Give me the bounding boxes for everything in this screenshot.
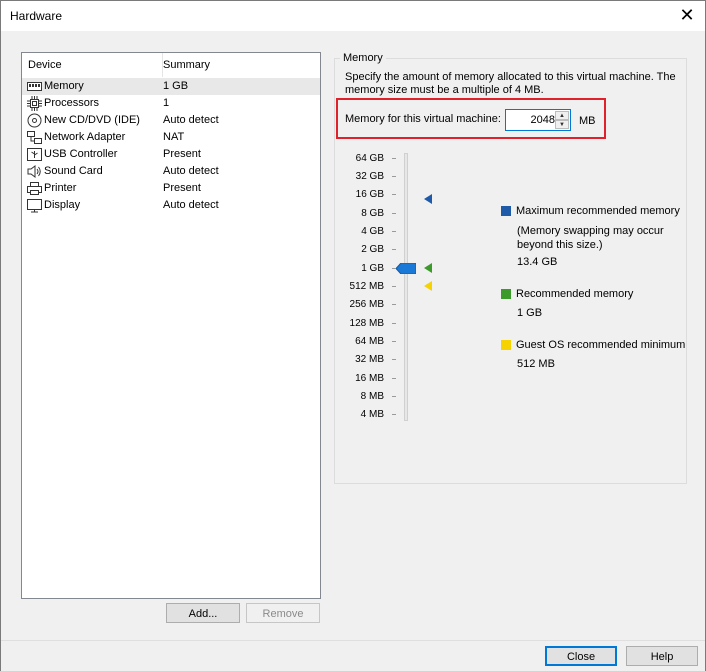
network-adapter-icon xyxy=(27,131,42,144)
usb-controller-icon xyxy=(27,148,42,161)
title-bar: Hardware ✕ xyxy=(1,1,705,31)
scale-tick xyxy=(392,194,396,195)
scale-tick xyxy=(392,249,396,250)
device-row-processors[interactable]: Processors 1 xyxy=(22,95,320,112)
hardware-dialog: Hardware ✕ Device Summary Memory 1 GB Pr… xyxy=(0,0,706,671)
device-row-printer[interactable]: Printer Present xyxy=(22,180,320,197)
device-row-memory[interactable]: Memory 1 GB xyxy=(22,78,320,95)
scale-tick xyxy=(392,176,396,177)
min-legend-value: 512 MB xyxy=(517,358,555,370)
memory-slider-track[interactable] xyxy=(404,153,408,421)
device-name: Display xyxy=(44,199,81,211)
scale-label: 128 MB xyxy=(349,318,384,329)
scale-label: 64 GB xyxy=(355,153,384,164)
device-row-network-adapter[interactable]: Network Adapter NAT xyxy=(22,129,320,146)
device-name: New CD/DVD (IDE) xyxy=(44,114,140,126)
scale-tick xyxy=(392,378,396,379)
scale-label: 32 MB xyxy=(355,354,384,365)
recommended-marker xyxy=(424,263,432,273)
device-summary: Auto detect xyxy=(163,199,219,211)
rec-legend-swatch xyxy=(501,289,511,299)
memory-description: Specify the amount of memory allocated t… xyxy=(345,71,676,96)
scale-label: 512 MB xyxy=(349,281,384,292)
memory-field-label: Memory for this virtual machine: xyxy=(345,113,501,125)
device-summary: NAT xyxy=(163,131,185,143)
spin-up-button[interactable]: ▲ xyxy=(555,111,569,120)
scale-tick xyxy=(392,323,396,324)
minimum-marker xyxy=(424,281,432,291)
max-legend-label: Maximum recommended memory xyxy=(516,205,680,217)
max-legend-value: 13.4 GB xyxy=(517,256,558,268)
scale-label: 256 MB xyxy=(349,299,384,310)
memory-input[interactable]: 2048 xyxy=(506,110,555,130)
dialog-body: Device Summary Memory 1 GB Processors 1 … xyxy=(1,31,705,640)
close-window-icon[interactable]: ✕ xyxy=(675,4,699,28)
scale-label: 1 GB xyxy=(361,263,384,274)
min-legend-swatch xyxy=(501,340,511,350)
rec-legend-value: 1 GB xyxy=(517,307,543,319)
device-name: Processors xyxy=(44,97,100,109)
add-button[interactable]: Add... xyxy=(166,603,240,623)
scale-label: 64 MB xyxy=(355,336,384,347)
scale-label: 4 GB xyxy=(361,226,384,237)
scale-label: 16 MB xyxy=(355,373,384,384)
device-row-display[interactable]: Display Auto detect xyxy=(22,197,320,214)
printer-icon xyxy=(27,182,42,195)
device-row-usb-controller[interactable]: USB Controller Present xyxy=(22,146,320,163)
scale-tick xyxy=(392,286,396,287)
device-summary: Present xyxy=(163,182,201,194)
display-icon xyxy=(27,199,42,213)
scale-label: 4 MB xyxy=(360,409,384,420)
device-name: USB Controller xyxy=(44,148,118,160)
device-name: Sound Card xyxy=(44,165,103,177)
memory-icon xyxy=(27,82,42,91)
column-header-device[interactable]: Device xyxy=(22,53,163,77)
min-legend-label: Guest OS recommended minimum xyxy=(516,339,686,351)
memory-unit: MB xyxy=(579,115,596,127)
scale-tick xyxy=(392,359,396,360)
processor-icon xyxy=(27,96,42,111)
device-row-cd-dvd[interactable]: New CD/DVD (IDE) Auto detect xyxy=(22,112,320,129)
scale-label: 8 MB xyxy=(360,391,384,402)
memory-slider-thumb[interactable] xyxy=(396,263,416,274)
device-name: Network Adapter xyxy=(44,131,126,143)
spin-down-button[interactable]: ▼ xyxy=(555,120,569,129)
device-name: Printer xyxy=(44,182,77,194)
device-summary: 1 GB xyxy=(163,80,189,92)
max-legend-swatch xyxy=(501,206,511,216)
scale-tick xyxy=(392,414,396,415)
device-summary: 1 xyxy=(163,97,170,109)
scale-label: 8 GB xyxy=(361,208,384,219)
scale-tick xyxy=(392,304,396,305)
memory-spinbox[interactable]: 2048 ▲ ▼ xyxy=(505,109,571,131)
device-summary: Auto detect xyxy=(163,114,219,126)
rec-legend-label: Recommended memory xyxy=(516,288,634,300)
device-summary: Present xyxy=(163,148,201,160)
help-button[interactable]: Help xyxy=(626,646,698,666)
column-header-summary[interactable]: Summary xyxy=(157,53,210,77)
max-legend-note: (Memory swapping may occur beyond this s… xyxy=(517,225,664,251)
scale-label: 32 GB xyxy=(355,171,384,182)
window-title: Hardware xyxy=(10,9,63,23)
scale-label: 16 GB xyxy=(355,189,384,200)
max-recommended-marker xyxy=(424,194,432,204)
scale-tick xyxy=(392,341,396,342)
device-name: Memory xyxy=(44,80,84,92)
close-button[interactable]: Close xyxy=(545,646,617,666)
device-row-sound-card[interactable]: Sound Card Auto detect xyxy=(22,163,320,180)
scale-tick xyxy=(392,158,396,159)
scale-label: 2 GB xyxy=(361,244,384,255)
sound-card-icon xyxy=(27,165,41,178)
scale-tick xyxy=(392,396,396,397)
memory-group-title: Memory xyxy=(340,52,386,64)
device-list[interactable]: Device Summary Memory 1 GB Processors 1 … xyxy=(21,52,321,599)
scale-tick xyxy=(392,231,396,232)
scale-tick xyxy=(392,213,396,214)
device-summary: Auto detect xyxy=(163,165,219,177)
remove-button[interactable]: Remove xyxy=(246,603,320,623)
cd-dvd-icon xyxy=(27,113,42,128)
dialog-footer: Close Help xyxy=(1,640,705,671)
